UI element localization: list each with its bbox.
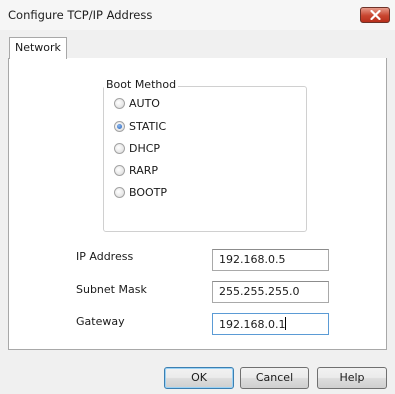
cancel-button[interactable]: Cancel [240, 367, 309, 389]
radio-static-label: STATIC [129, 120, 167, 133]
help-button[interactable]: Help [317, 367, 387, 389]
ip-address-value: 192.168.0.5 [219, 253, 286, 266]
radio-dhcp-label: DHCP [129, 142, 161, 155]
ok-button[interactable]: OK [164, 367, 234, 389]
window-title: Configure TCP/IP Address [8, 8, 153, 22]
radio-bootp-label: BOOTP [129, 186, 168, 199]
gateway-value: 192.168.0.1 [219, 318, 286, 331]
close-button[interactable] [360, 7, 390, 23]
subnet-mask-input[interactable]: 255.255.255.0 [212, 281, 329, 303]
tab-network[interactable]: Network [9, 37, 67, 59]
text-caret [285, 317, 287, 330]
ip-address-input[interactable]: 192.168.0.5 [212, 249, 329, 271]
subnet-mask-value: 255.255.255.0 [219, 285, 300, 298]
boot-method-legend: Boot Method [104, 78, 179, 91]
radio-auto-circle[interactable] [114, 98, 125, 109]
dialog-window: Configure TCP/IP Address Network Boot Me… [0, 0, 395, 394]
ip-address-label: IP Address [76, 250, 134, 263]
radio-dhcp-circle[interactable] [114, 143, 125, 154]
radio-bootp-circle[interactable] [114, 187, 125, 198]
subnet-mask-label: Subnet Mask [76, 283, 147, 296]
radio-rarp-circle[interactable] [114, 165, 125, 176]
title-bar: Configure TCP/IP Address [0, 0, 395, 30]
radio-rarp-label: RARP [129, 164, 158, 177]
gateway-label: Gateway [76, 315, 125, 328]
tab-network-label: Network [15, 41, 61, 54]
close-x-icon [370, 10, 381, 20]
radio-auto-label: AUTO [129, 97, 160, 110]
radio-static-circle[interactable] [114, 121, 125, 132]
gateway-input[interactable]: 192.168.0.1 [212, 313, 329, 335]
